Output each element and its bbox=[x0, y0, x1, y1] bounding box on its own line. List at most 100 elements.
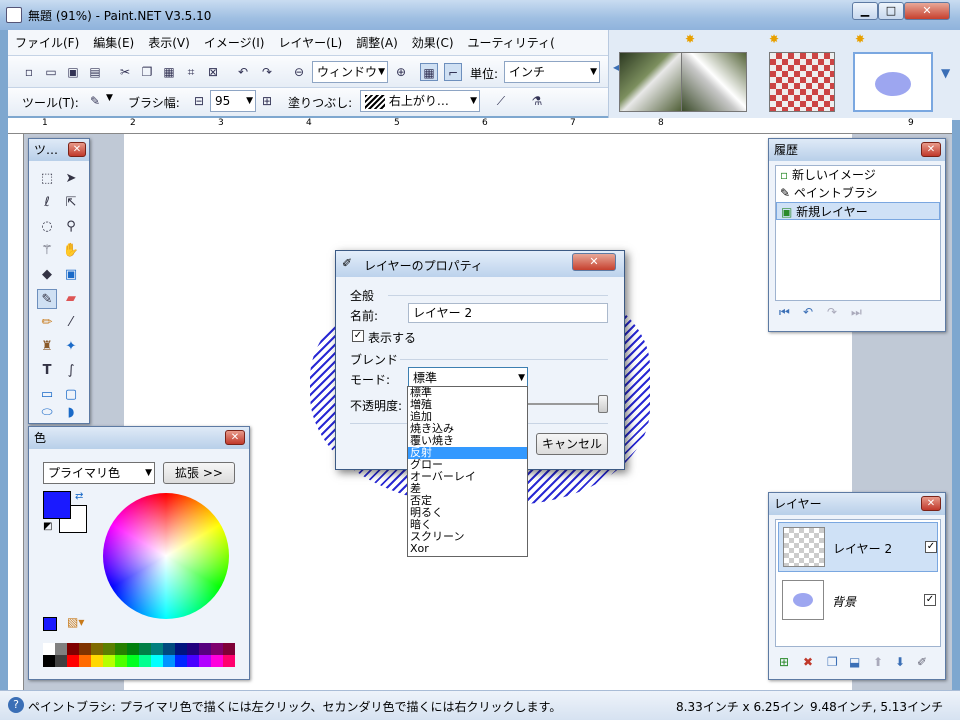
undo-icon[interactable]: ↶ bbox=[803, 305, 813, 319]
palette-swatch[interactable] bbox=[199, 643, 211, 655]
crop-icon[interactable]: ⌗ bbox=[182, 63, 200, 81]
color-picker-icon[interactable]: ⁄ bbox=[61, 313, 81, 333]
increase-icon[interactable]: ⊞ bbox=[258, 92, 276, 110]
palette-swatch[interactable] bbox=[211, 643, 223, 655]
palette-swatch[interactable] bbox=[175, 655, 187, 667]
rectangle-select-icon[interactable]: ⬚ bbox=[37, 169, 57, 189]
color-mode-combo[interactable]: プライマリ色 ▼ bbox=[43, 462, 155, 484]
thumbnail-menu-icon[interactable]: ▼ bbox=[941, 66, 950, 80]
fill-combo[interactable]: 右上がり… ▼ bbox=[360, 90, 480, 112]
rulers-icon[interactable]: ⌐ bbox=[444, 63, 462, 81]
decrease-icon[interactable]: ⊟ bbox=[190, 92, 208, 110]
rounded-rectangle-icon[interactable]: ▢ bbox=[61, 385, 81, 405]
palette-swatch[interactable] bbox=[67, 643, 79, 655]
line-curve-icon[interactable]: ∫ bbox=[61, 361, 81, 381]
duplicate-layer-icon[interactable]: ❐ bbox=[827, 655, 838, 669]
cancel-button[interactable]: キャンセル bbox=[536, 433, 608, 455]
palette-swatch[interactable] bbox=[139, 655, 151, 667]
menu-utilities[interactable]: ユーティリティ( bbox=[461, 30, 562, 56]
palette-swatch[interactable] bbox=[43, 655, 55, 667]
cut-icon[interactable]: ✂ bbox=[116, 63, 134, 81]
palette-swatch[interactable] bbox=[151, 643, 163, 655]
layer-row[interactable]: 背景 ✓ bbox=[778, 576, 938, 626]
palette-swatch[interactable] bbox=[151, 655, 163, 667]
zoom-out-icon[interactable]: ⊖ bbox=[290, 63, 308, 81]
freeform-shape-icon[interactable]: ◗ bbox=[61, 403, 81, 423]
copy-icon[interactable]: ❐ bbox=[138, 63, 156, 81]
maximize-button[interactable]: □ bbox=[878, 2, 904, 20]
move-selection-icon[interactable]: ➤ bbox=[61, 169, 81, 189]
palette-swatch[interactable] bbox=[115, 643, 127, 655]
move-down-icon[interactable]: ⬇ bbox=[895, 655, 905, 669]
eraser-icon[interactable]: ▰ bbox=[61, 289, 81, 309]
ellipse-icon[interactable]: ⬭ bbox=[37, 403, 57, 423]
close-button[interactable]: ✕ bbox=[904, 2, 950, 20]
palette-swatch[interactable] bbox=[67, 655, 79, 667]
gradient-icon[interactable]: ▣ bbox=[61, 265, 81, 285]
palette-swatch[interactable] bbox=[91, 643, 103, 655]
palette-swatch[interactable] bbox=[43, 643, 55, 655]
palette-swatch[interactable] bbox=[91, 655, 103, 667]
palette-swatch[interactable] bbox=[163, 655, 175, 667]
opacity-slider-track[interactable] bbox=[526, 403, 606, 405]
undo-icon[interactable]: ↶ bbox=[234, 63, 252, 81]
palette-swatch[interactable] bbox=[139, 643, 151, 655]
zoom-combo[interactable]: ウィンドウ ▼ bbox=[312, 61, 388, 83]
grid-icon[interactable]: ▦ bbox=[420, 63, 438, 81]
palette-swatch[interactable] bbox=[55, 655, 67, 667]
palette-menu-icon[interactable]: ▧▾ bbox=[67, 615, 84, 629]
paint-bucket-icon[interactable]: ◆ bbox=[37, 265, 57, 285]
new-file-icon[interactable]: ▫ bbox=[20, 63, 38, 81]
reset-colors-icon[interactable]: ◩ bbox=[43, 521, 52, 532]
palette-swatch[interactable] bbox=[127, 655, 139, 667]
palette-swatch[interactable] bbox=[55, 643, 67, 655]
recolor-icon[interactable]: ✦ bbox=[61, 337, 81, 357]
layer-row[interactable]: レイヤー 2 ✓ bbox=[778, 522, 938, 572]
magic-wand-icon[interactable]: ⚚ bbox=[37, 241, 57, 261]
opacity-slider-thumb[interactable] bbox=[598, 395, 608, 413]
menu-view[interactable]: 表示(V) bbox=[141, 30, 197, 56]
palette-swatch[interactable] bbox=[175, 643, 187, 655]
paintbrush-icon[interactable]: ✎ bbox=[86, 92, 104, 110]
palette-swatch[interactable] bbox=[223, 643, 235, 655]
redo-icon[interactable]: ↷ bbox=[827, 305, 837, 319]
close-icon[interactable]: ✕ bbox=[68, 142, 86, 157]
rectangle-icon[interactable]: ▭ bbox=[37, 385, 57, 405]
menu-layers[interactable]: レイヤー(L) bbox=[271, 30, 349, 56]
swap-colors-icon[interactable]: ⇄ bbox=[75, 491, 83, 502]
open-folder-icon[interactable]: ▭ bbox=[42, 63, 60, 81]
minimize-button[interactable]: ▁ bbox=[852, 2, 878, 20]
paste-icon[interactable]: ▦ bbox=[160, 63, 178, 81]
layer-name-field[interactable]: レイヤー 2 bbox=[408, 303, 608, 323]
ellipse-select-icon[interactable]: ◌ bbox=[37, 217, 57, 237]
color-wheel[interactable] bbox=[103, 493, 229, 619]
clone-stamp-icon[interactable]: ♜ bbox=[37, 337, 57, 357]
pencil-icon[interactable]: ✏ bbox=[37, 313, 57, 333]
blend-mode-option[interactable]: オーバーレイ bbox=[408, 471, 527, 483]
add-to-palette-icon[interactable] bbox=[43, 617, 57, 631]
history-item[interactable]: ▫ 新しいイメージ bbox=[776, 166, 940, 184]
layer-visible-checkbox[interactable]: ✓ bbox=[925, 541, 937, 553]
menu-adjustments[interactable]: 調整(A) bbox=[349, 30, 405, 56]
add-layer-icon[interactable]: ⊞ bbox=[779, 655, 789, 669]
menu-edit[interactable]: 編集(E) bbox=[86, 30, 141, 56]
zoom-icon[interactable]: ⚲ bbox=[61, 217, 81, 237]
paintbrush-icon[interactable]: ✎ bbox=[37, 289, 57, 309]
close-icon[interactable]: ✕ bbox=[921, 142, 941, 157]
lasso-select-icon[interactable]: ℓ bbox=[37, 193, 57, 213]
menu-file[interactable]: ファイル(F) bbox=[8, 30, 86, 56]
visible-checkbox[interactable]: ✓ bbox=[352, 330, 364, 342]
blend-mode-option[interactable]: Xor bbox=[408, 543, 527, 555]
history-item[interactable]: ✎ ペイントブラシ bbox=[776, 184, 940, 202]
layer-properties-icon[interactable]: ✐ bbox=[917, 655, 927, 669]
palette-swatch[interactable] bbox=[187, 643, 199, 655]
pan-hand-icon[interactable]: ✋ bbox=[61, 241, 81, 261]
blend-mode-icon[interactable]: ⚗ bbox=[528, 92, 546, 110]
expand-button[interactable]: 拡張 >> bbox=[163, 462, 235, 484]
menu-effects[interactable]: 効果(C) bbox=[405, 30, 461, 56]
dialog-close-button[interactable]: ✕ bbox=[572, 253, 616, 271]
fast-forward-icon[interactable]: ⏭ bbox=[851, 305, 862, 320]
brush-width-input[interactable]: 95 ▼ bbox=[210, 90, 256, 112]
palette-swatch[interactable] bbox=[103, 643, 115, 655]
redo-icon[interactable]: ↷ bbox=[258, 63, 276, 81]
